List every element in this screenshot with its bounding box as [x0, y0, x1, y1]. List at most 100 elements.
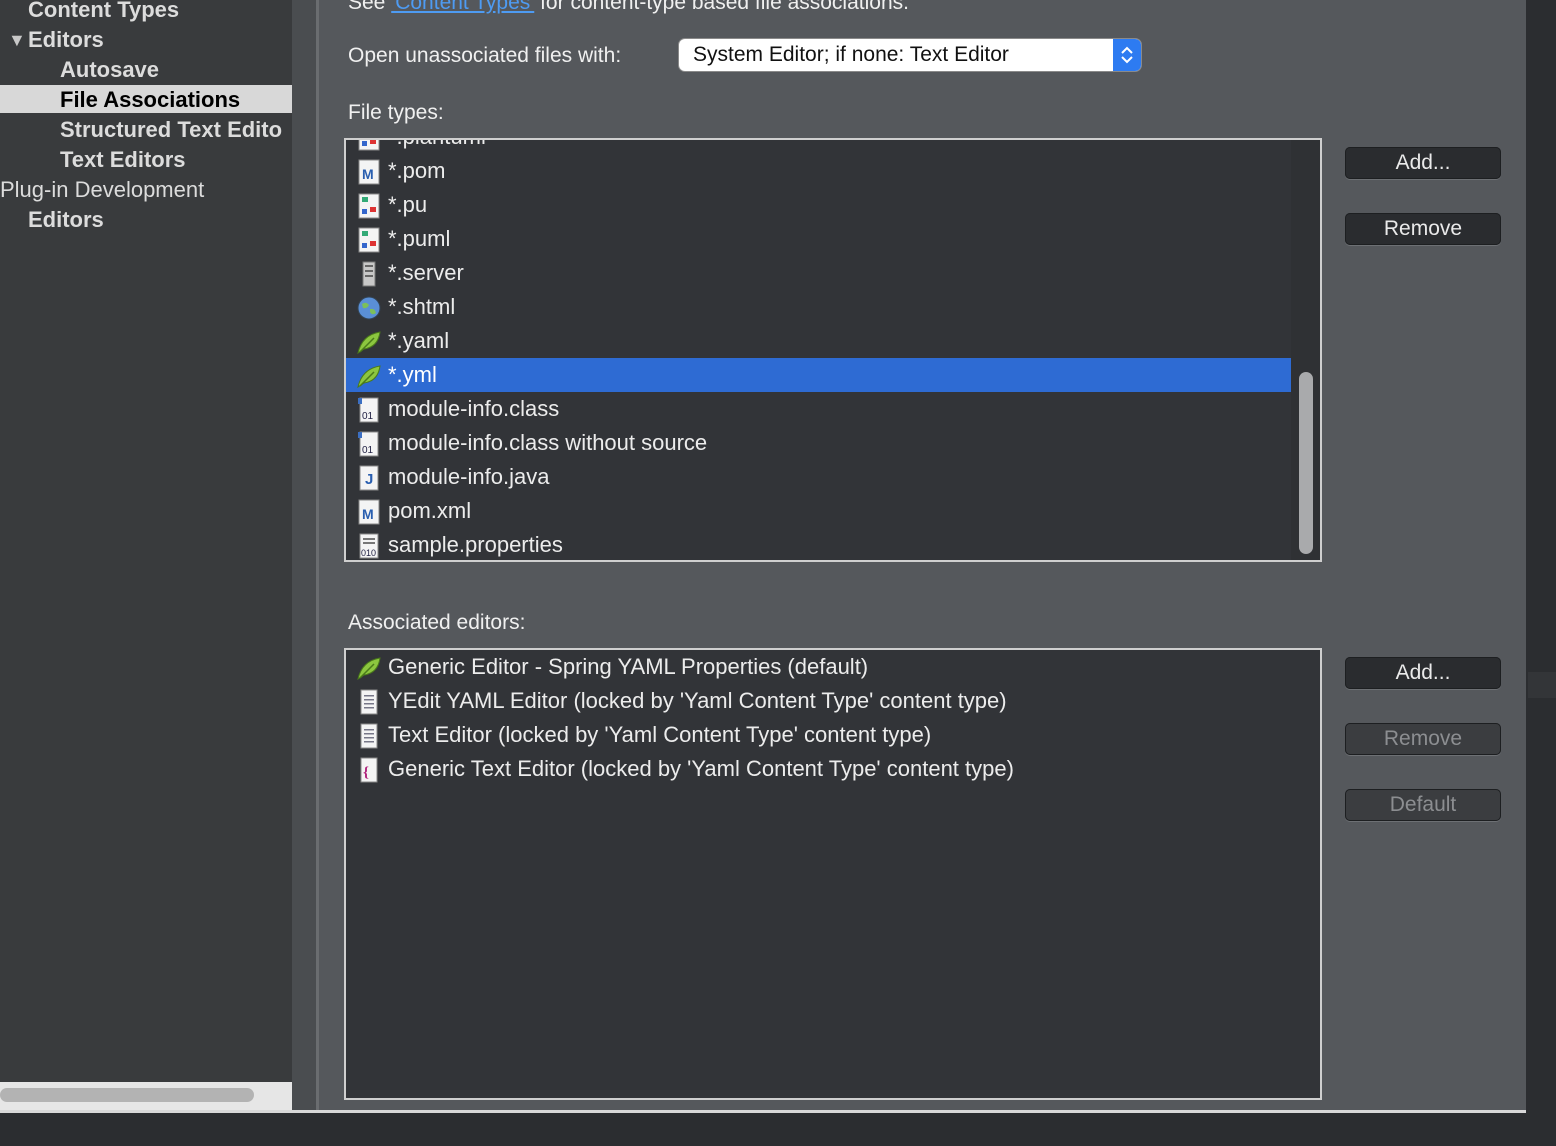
add-file-type-button[interactable]: Add... — [1345, 147, 1501, 179]
bottom-separator — [0, 1110, 1526, 1113]
plantuml-icon — [358, 193, 380, 219]
editor-label: YEdit YAML Editor (locked by 'Yaml Conte… — [388, 688, 1007, 713]
svg-text:M: M — [362, 166, 374, 182]
file-types-vertical-scrollbar[interactable] — [1291, 140, 1320, 560]
list-item[interactable]: *.server — [346, 256, 1291, 290]
sash-divider[interactable] — [292, 0, 318, 1110]
list-item[interactable]: J module-info.java — [346, 460, 1291, 494]
list-item[interactable]: 010 sample.properties — [346, 528, 1291, 560]
properties-file-icon: 010 — [359, 533, 379, 559]
java-file-icon: J — [359, 465, 379, 491]
tree-item-label: Content Types — [28, 0, 180, 22]
editor-label: Generic Text Editor (locked by 'Yaml Con… — [388, 756, 1014, 781]
bottom-bar — [0, 1110, 1556, 1146]
file-associations-page: See 'Content Types' for content-type bas… — [319, 0, 1526, 1110]
globe-icon — [357, 296, 381, 320]
spring-leaf-icon — [357, 331, 381, 355]
tree-item-editors[interactable]: ▼ Editors — [0, 25, 292, 55]
editor-label: Generic Editor - Spring YAML Properties … — [388, 654, 869, 679]
file-type-label: pom.xml — [388, 498, 472, 523]
svg-text:J: J — [365, 471, 373, 488]
tree-item-content-types[interactable]: Content Types — [0, 0, 292, 25]
file-types-label: File types: — [348, 101, 444, 124]
list-item[interactable]: Text Editor (locked by 'Yaml Content Typ… — [346, 718, 1320, 752]
list-item[interactable]: 01 module-info.class without source — [346, 426, 1291, 460]
list-item[interactable]: *.shtml — [346, 290, 1291, 324]
file-type-label: module-info.java — [388, 464, 550, 489]
content-types-link[interactable]: 'Content Types' — [391, 0, 534, 14]
text-file-icon — [360, 723, 378, 749]
tree-item-label: Editors — [28, 207, 104, 232]
plantuml-icon — [358, 227, 380, 253]
list-item[interactable]: 01 module-info.class — [346, 392, 1291, 426]
tree-item-plugin-development[interactable]: Plug-in Development — [0, 175, 292, 205]
sidebar-horizontal-scrollbar[interactable] — [0, 1082, 292, 1110]
tree-item-label: Structured Text Edito — [60, 117, 283, 142]
list-item[interactable]: M *.pom — [346, 154, 1291, 188]
list-item[interactable]: *.puml — [346, 222, 1291, 256]
file-type-label: *.shtml — [388, 294, 456, 319]
file-type-label: *.yml — [388, 362, 437, 387]
file-type-label: module-info.class — [388, 396, 560, 421]
expand-arrow-icon[interactable]: ▼ — [8, 25, 26, 55]
open-unassociated-select[interactable]: System Editor; if none: Text Editor — [679, 39, 1141, 71]
remove-editor-button[interactable]: Remove — [1345, 723, 1501, 755]
right-edge-strip — [1526, 0, 1556, 1110]
list-item[interactable]: { Generic Text Editor (locked by 'Yaml C… — [346, 752, 1320, 786]
tree-item-label: Editors — [28, 27, 104, 52]
select-value: System Editor; if none: Text Editor — [693, 43, 1009, 66]
associated-editors-list[interactable]: Generic Editor - Spring YAML Properties … — [344, 648, 1322, 1100]
open-unassociated-label: Open unassociated files with: — [348, 44, 622, 67]
maven-icon: M — [358, 499, 380, 525]
tree-item-file-associations[interactable]: File Associations — [0, 85, 292, 113]
generic-editor-icon: { — [360, 757, 378, 783]
select-stepper[interactable] — [1113, 39, 1141, 71]
svg-text:010: 010 — [361, 548, 376, 558]
tree-item-text-editors[interactable]: Text Editors — [0, 145, 292, 175]
default-editor-button[interactable]: Default — [1345, 789, 1501, 821]
list-item[interactable]: *.yaml — [346, 324, 1291, 358]
svg-text:01: 01 — [362, 445, 374, 456]
updown-chevron-icon — [1121, 46, 1133, 64]
list-item[interactable]: *.plantuml — [346, 140, 1291, 154]
remove-file-type-button[interactable]: Remove — [1345, 213, 1501, 245]
spring-leaf-icon — [357, 657, 381, 681]
file-type-label: sample.properties — [388, 532, 563, 557]
list-item[interactable]: M pom.xml — [346, 494, 1291, 528]
tree-item-structured-text-editors[interactable]: Structured Text Edito — [0, 115, 292, 145]
svg-text:M: M — [362, 506, 374, 522]
list-item[interactable]: YEdit YAML Editor (locked by 'Yaml Conte… — [346, 684, 1320, 718]
file-type-label: module-info.class without source — [388, 430, 708, 455]
content-types-hint: See 'Content Types' for content-type bas… — [348, 0, 909, 15]
class-file-icon: 01 — [358, 431, 379, 457]
tree-item-label: Plug-in Development — [0, 177, 205, 202]
class-file-icon: 01 — [358, 397, 379, 423]
tree-item-autosave[interactable]: Autosave — [0, 55, 292, 85]
list-item[interactable]: Generic Editor - Spring YAML Properties … — [346, 650, 1320, 684]
text-file-icon — [360, 689, 378, 715]
server-icon — [362, 261, 376, 287]
file-type-label: *.yaml — [388, 328, 450, 353]
svg-text:01: 01 — [362, 411, 374, 422]
file-type-label: *.server — [388, 260, 464, 285]
associated-editors-label: Associated editors: — [348, 611, 526, 634]
editor-label: Text Editor (locked by 'Yaml Content Typ… — [388, 722, 932, 747]
spring-leaf-icon — [357, 365, 381, 389]
hint-prefix: See — [348, 0, 392, 14]
file-type-label: *.puml — [388, 226, 451, 251]
preferences-tree: Content Types ▼ Editors Autosave File As… — [0, 0, 292, 1110]
hint-suffix: for content-type based file associations… — [534, 0, 909, 14]
file-types-list[interactable]: *.plantuml M *.pom *.pu *.puml *.server … — [344, 138, 1322, 562]
plantuml-icon — [358, 140, 380, 151]
svg-text:{: { — [363, 765, 369, 781]
scrollbar-thumb[interactable] — [0, 1088, 254, 1102]
tree-item-label: File Associations — [60, 87, 241, 112]
list-item[interactable]: *.pu — [346, 188, 1291, 222]
file-type-label: *.pom — [388, 158, 446, 183]
tree-item-label: Text Editors — [60, 147, 186, 172]
list-item-selected[interactable]: *.yml — [346, 358, 1291, 392]
add-editor-button[interactable]: Add... — [1345, 657, 1501, 689]
file-type-label: *.pu — [388, 192, 428, 217]
scrollbar-thumb[interactable] — [1299, 372, 1313, 554]
tree-item-plugin-editors[interactable]: Editors — [0, 205, 292, 235]
